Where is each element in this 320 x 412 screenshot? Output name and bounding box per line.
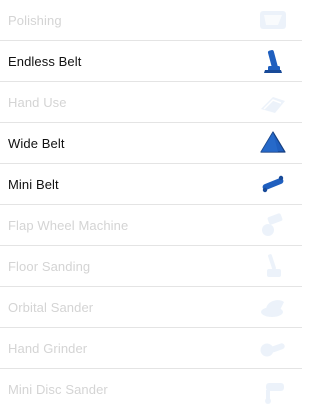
menu-item-label: Endless Belt bbox=[8, 53, 82, 69]
menu-item-label: Wide Belt bbox=[8, 135, 65, 151]
menu-item-endless-belt[interactable]: Endless Belt bbox=[0, 41, 302, 82]
hand-use-icon bbox=[258, 87, 288, 117]
menu-item-label: Floor Sanding bbox=[8, 258, 91, 274]
menu-item-polishing[interactable]: Polishing bbox=[0, 0, 302, 41]
menu-item-label: Flap Wheel Machine bbox=[8, 217, 129, 233]
polishing-icon bbox=[258, 5, 288, 35]
menu-item-flap-wheel-machine[interactable]: Flap Wheel Machine bbox=[0, 205, 302, 246]
wide-belt-icon bbox=[258, 128, 288, 158]
menu-item-floor-sanding[interactable]: Floor Sanding bbox=[0, 246, 302, 287]
flap-wheel-icon bbox=[258, 210, 288, 240]
floor-sanding-icon bbox=[258, 251, 288, 281]
endless-belt-icon bbox=[258, 46, 288, 76]
application-menu: Polishing Endless Belt Hand Use Wide Bel… bbox=[0, 0, 302, 410]
menu-item-orbital-sander[interactable]: Orbital Sander bbox=[0, 287, 302, 328]
menu-item-label: Polishing bbox=[8, 12, 62, 28]
mini-disc-sander-icon bbox=[258, 375, 288, 405]
menu-item-hand-use[interactable]: Hand Use bbox=[0, 82, 302, 123]
menu-item-mini-disc-sander[interactable]: Mini Disc Sander bbox=[0, 369, 302, 410]
menu-item-label: Orbital Sander bbox=[8, 299, 94, 315]
menu-item-label: Hand Grinder bbox=[8, 340, 88, 356]
menu-item-label: Mini Disc Sander bbox=[8, 382, 108, 397]
mini-belt-icon bbox=[258, 169, 288, 199]
menu-item-label: Mini Belt bbox=[8, 176, 59, 192]
menu-item-hand-grinder[interactable]: Hand Grinder bbox=[0, 328, 302, 369]
menu-item-mini-belt[interactable]: Mini Belt bbox=[0, 164, 302, 205]
hand-grinder-icon bbox=[258, 333, 288, 363]
menu-item-label: Hand Use bbox=[8, 94, 67, 110]
orbital-sander-icon bbox=[258, 292, 288, 322]
menu-item-wide-belt[interactable]: Wide Belt bbox=[0, 123, 302, 164]
